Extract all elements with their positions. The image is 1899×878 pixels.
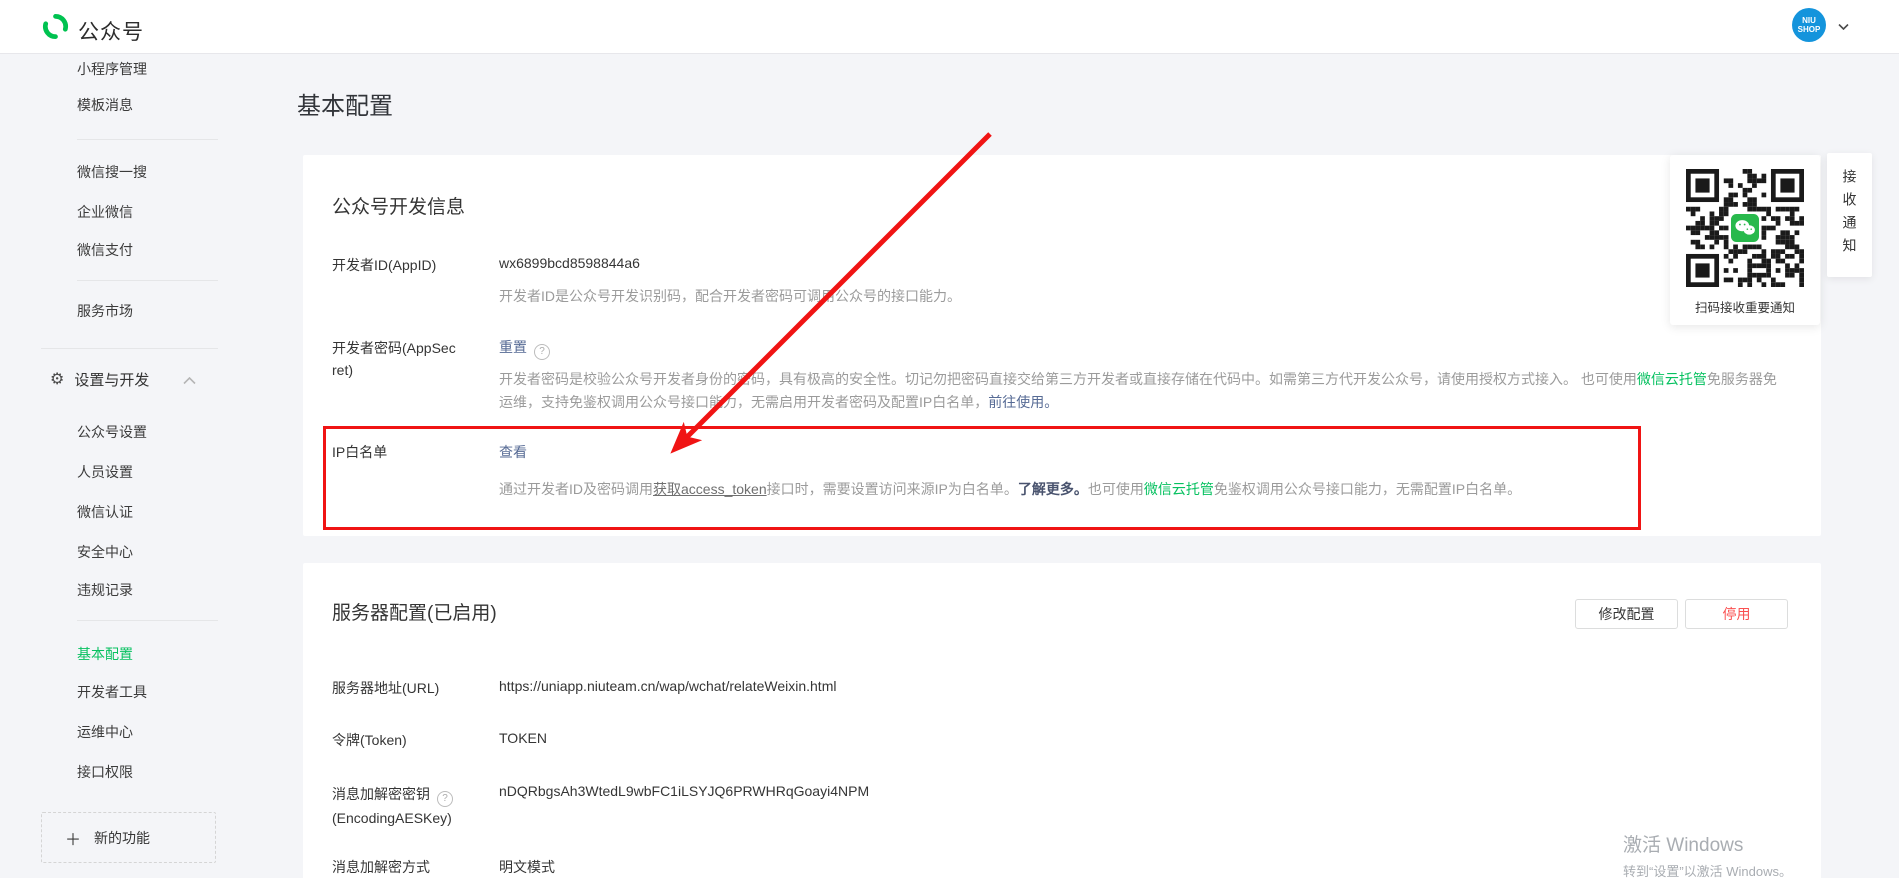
windows-activation-watermark: 激活 Windows 转到“设置”以激活 Windows。 [1623, 830, 1792, 878]
watermark-line2: 转到“设置”以激活 Windows。 [1623, 861, 1792, 878]
account-avatar[interactable]: Niu Shop [1792, 8, 1826, 42]
sidebar-item-account-settings[interactable]: 公众号设置 [77, 422, 147, 442]
appid-value: wx6899bcd8598844a6 [499, 255, 640, 271]
chevron-up-icon [183, 377, 196, 385]
encrypt-mode-label: 消息加解密方式 [332, 857, 430, 877]
modify-config-button[interactable]: 修改配置 [1575, 599, 1678, 629]
sidebar-item-wechat-verification[interactable]: 微信认证 [77, 502, 133, 522]
sidebar-group-label: 设置与开发 [74, 369, 149, 390]
cloudbase-link[interactable]: 微信云托管 [1637, 371, 1707, 387]
aeskey-value: nDQRbgsAh3WtedL9wbFC1iLSYJQ6PRWHRqGoayi4… [499, 783, 869, 799]
sidebar-item-wechat-pay[interactable]: 微信支付 [77, 240, 133, 260]
chevron-down-icon[interactable] [1838, 24, 1849, 30]
server-url-label: 服务器地址(URL) [332, 678, 439, 698]
sidebar-item-template-message[interactable]: 模板消息 [77, 95, 133, 115]
token-value: TOKEN [499, 730, 547, 746]
page-title: 基本配置 [297, 86, 393, 121]
new-feature-button[interactable]: ＋ 新的功能 [41, 812, 216, 863]
appsecret-desc-text: 开发者密码是校验公众号开发者身份的密码，具有极高的安全性。切记勿把密码直接交给第… [499, 371, 1637, 387]
receive-notification-label: 接收通知 [1840, 169, 1860, 261]
qr-notify-card: 扫码接收重要通知 [1670, 155, 1820, 325]
sidebar-item-security-center[interactable]: 安全中心 [77, 542, 133, 562]
sidebar-item-violation-records[interactable]: 违规记录 [77, 580, 133, 600]
encrypt-mode-value: 明文模式 [499, 857, 555, 877]
gear-icon: ⚙ [50, 372, 64, 388]
help-icon[interactable]: ? [534, 344, 550, 360]
sidebar-item-operation-center[interactable]: 运维中心 [77, 722, 133, 742]
app-window: 公众号 Niu Shop 小程序管理 模板消息 微信搜一搜 企业微信 微信支付 … [0, 0, 1899, 878]
sidebar-group-settings-development[interactable]: ⚙ 设置与开发 [50, 369, 196, 390]
aeskey-label-text: 消息加解密密钥 [332, 786, 430, 802]
qr-caption: 扫码接收重要通知 [1670, 297, 1820, 316]
new-feature-label: 新的功能 [94, 828, 150, 848]
sidebar-item-staff-settings[interactable]: 人员设置 [77, 462, 133, 482]
appid-label: 开发者ID(AppID) [332, 255, 436, 275]
sidebar-divider [77, 280, 218, 281]
dev-info-heading: 公众号开发信息 [332, 192, 465, 219]
sidebar-divider [77, 139, 218, 140]
sidebar-divider [77, 620, 218, 621]
sidebar-item-developer-tools[interactable]: 开发者工具 [77, 682, 147, 702]
reset-link[interactable]: 重置 [499, 339, 527, 355]
aeskey-label: 消息加解密密钥? (EncodingAESKey) [332, 783, 453, 829]
server-url-value: https://uniapp.niuteam.cn/wap/wchat/rela… [499, 678, 836, 694]
sidebar-divider [41, 348, 218, 349]
receive-notification-tab[interactable]: 接收通知 [1827, 153, 1872, 277]
sidebar-item-wechat-search[interactable]: 微信搜一搜 [77, 162, 147, 182]
topbar: 公众号 Niu Shop [0, 0, 1899, 54]
appid-desc: 开发者ID是公众号开发识别码，配合开发者密码可调用公众号的接口能力。 [499, 285, 961, 308]
sidebar-item-basic-configuration[interactable]: 基本配置 [77, 644, 133, 664]
appsecret-label: 开发者密码(AppSecret) [332, 337, 460, 381]
watermark-line1: 激活 Windows [1623, 830, 1792, 857]
appsecret-actions: 重置? [499, 337, 550, 360]
aeskey-label-sub: (EncodingAESKey) [332, 810, 452, 826]
appsecret-desc: 开发者密码是校验公众号开发者身份的密码，具有极高的安全性。切记勿把密码直接交给第… [499, 368, 1789, 414]
disable-button[interactable]: 停用 [1685, 599, 1788, 629]
wechat-official-account-logo-icon [42, 13, 69, 40]
red-highlight-box [323, 426, 1641, 530]
token-label: 令牌(Token) [332, 730, 407, 750]
go-use-link[interactable]: 前往使用。 [988, 394, 1058, 410]
help-icon[interactable]: ? [437, 791, 453, 807]
server-config-heading: 服务器配置(已启用) [332, 598, 497, 625]
plus-icon: ＋ [65, 826, 81, 850]
wechat-logo-icon [1729, 212, 1761, 244]
sidebar-item-service-market[interactable]: 服务市场 [77, 301, 133, 321]
sidebar-item-miniprogram-management[interactable]: 小程序管理 [77, 59, 147, 79]
sidebar-item-api-permission[interactable]: 接口权限 [77, 762, 133, 782]
brand-title: 公众号 [78, 16, 144, 46]
sidebar-item-enterprise-wechat[interactable]: 企业微信 [77, 202, 133, 222]
